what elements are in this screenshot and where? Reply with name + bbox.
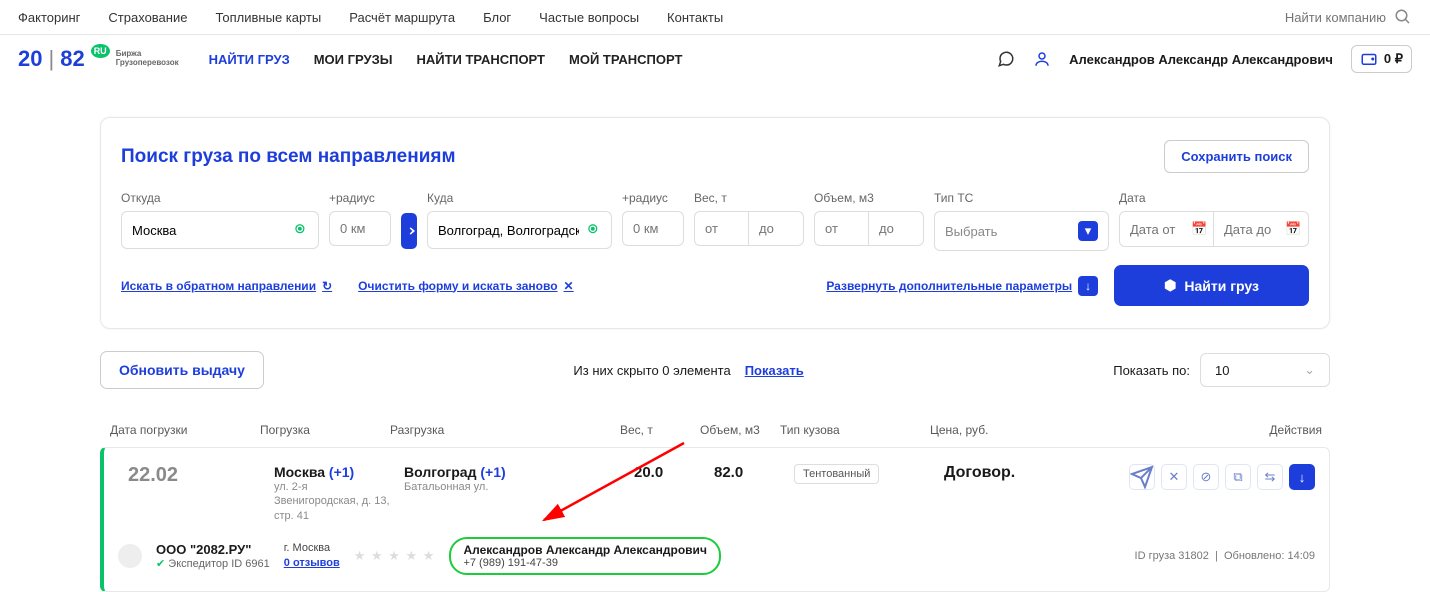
topnav-item[interactable]: Блог — [483, 10, 511, 25]
mainnav-item[interactable]: НАЙТИ ГРУЗ — [209, 52, 290, 67]
weight-to-input[interactable] — [749, 211, 804, 246]
date-label: Дата — [1119, 191, 1309, 205]
pin-icon — [585, 221, 601, 239]
mainnav-item[interactable]: МОЙ ТРАНСПОРТ — [569, 52, 682, 67]
company-search-input[interactable] — [1266, 10, 1386, 25]
wallet-icon — [1360, 50, 1378, 68]
calendar-icon: 📅 — [1191, 221, 1207, 237]
save-search-button[interactable]: Сохранить поиск — [1164, 140, 1309, 173]
chat-icon[interactable] — [997, 50, 1015, 68]
refresh-icon: ↻ — [322, 279, 332, 293]
th-price: Цена, руб. — [920, 423, 1060, 437]
per-page-label: Показать по: — [1113, 363, 1190, 378]
swap-button[interactable] — [401, 213, 417, 249]
submit-button[interactable]: ⬢Найти груз — [1114, 265, 1309, 306]
topnav-item[interactable]: Частые вопросы — [539, 10, 639, 25]
topnav-item[interactable]: Расчёт маршрута — [349, 10, 455, 25]
wallet[interactable]: 0 ₽ — [1351, 45, 1412, 73]
volume-to-input[interactable] — [869, 211, 924, 246]
company-city: г. Москва — [284, 542, 340, 554]
load-address: ул. 2-я Звенигородская, д. 13, стр. 41 — [274, 480, 394, 523]
rating-stars: ★ ★ ★ ★ ★ — [354, 548, 436, 564]
radius-to-input[interactable] — [622, 211, 684, 246]
topnav-item[interactable]: Факторинг — [18, 10, 80, 25]
company-sub: Экспедитор ID 6961 — [168, 558, 269, 570]
pin-icon — [292, 221, 308, 239]
weight-label: Вес, т — [694, 191, 804, 205]
th-date: Дата погрузки — [100, 423, 250, 437]
topnav-item[interactable]: Топливные карты — [215, 10, 321, 25]
th-unload: Разгрузка — [380, 423, 610, 437]
chevron-down-icon: ⌄ — [1304, 362, 1315, 378]
clear-form-link[interactable]: Очистить форму и искать заново ✕ — [358, 279, 573, 293]
top-nav: Факторинг Страхование Топливные карты Расчё… — [18, 10, 723, 25]
logo[interactable]: 20|82 RU БиржаГрузоперевозок — [18, 46, 179, 72]
hidden-count: Из них скрыто 0 элемента — [573, 363, 730, 378]
load-city: Москва (+1) — [274, 464, 394, 480]
cargo-card: 22.02 Москва (+1) ул. 2-я Звенигородская… — [100, 447, 1330, 592]
company-avatar — [118, 544, 142, 568]
logo-badge: RU — [91, 44, 110, 58]
radius-from-input[interactable] — [329, 211, 391, 246]
from-input[interactable] — [121, 211, 319, 249]
company-name[interactable]: ООО "2082.РУ" — [156, 542, 251, 557]
clear-icon: ✕ — [564, 279, 574, 293]
weight-from-input[interactable] — [694, 211, 749, 246]
volume-label: Объем, м3 — [814, 191, 924, 205]
chevron-down-icon: ↓ — [1078, 276, 1098, 296]
company-search — [1266, 8, 1412, 26]
balance-value: 0 ₽ — [1384, 51, 1403, 67]
to-input[interactable] — [427, 211, 612, 249]
radius-from-label: +радиус — [329, 191, 391, 205]
search-icon[interactable] — [1394, 8, 1412, 26]
chevron-down-icon: ▾ — [1078, 221, 1098, 241]
th-load: Погрузка — [250, 423, 380, 437]
th-volume: Объем, м3 — [690, 423, 770, 437]
calendar-icon: 📅 — [1285, 221, 1301, 237]
cube-icon: ⬢ — [1164, 277, 1176, 294]
user-icon[interactable] — [1033, 50, 1051, 68]
topnav-item[interactable]: Контакты — [667, 10, 723, 25]
mainnav-item[interactable]: НАЙТИ ТРАНСПОРТ — [416, 52, 545, 67]
date-from-input[interactable]: 📅 — [1119, 211, 1214, 247]
from-label: Откуда — [121, 191, 319, 205]
verified-icon: ✔ — [156, 558, 165, 570]
main-nav: НАЙТИ ГРУЗ МОИ ГРУЗЫ НАЙТИ ТРАНСПОРТ МОЙ ТР… — [209, 52, 683, 67]
mainnav-item[interactable]: МОИ ГРУЗЫ — [314, 52, 393, 67]
radius-to-label: +радиус — [622, 191, 684, 205]
per-page-select[interactable]: 10⌄ — [1200, 353, 1330, 387]
date-to-input[interactable]: 📅 — [1214, 211, 1309, 247]
to-label: Куда — [427, 191, 612, 205]
refresh-results-button[interactable]: Обновить выдачу — [100, 351, 264, 389]
expand-params-link[interactable]: Развернуть дополнительные параметры ↓ — [826, 276, 1098, 296]
th-actions: Действия — [1060, 423, 1330, 437]
search-panel: Поиск груза по всем направлениям Сохрани… — [100, 117, 1330, 329]
th-body: Тип кузова — [770, 423, 920, 437]
show-hidden-link[interactable]: Показать — [745, 363, 804, 378]
card-date: 22.02 — [118, 464, 264, 487]
user-name[interactable]: Александров Александр Александрович — [1069, 52, 1333, 67]
type-select[interactable]: Выбрать▾ — [934, 211, 1109, 251]
th-weight: Вес, т — [610, 423, 690, 437]
annotation-arrow — [514, 438, 1430, 581]
reviews-link[interactable]: 0 отзывов — [284, 557, 340, 569]
panel-title: Поиск груза по всем направлениям — [121, 146, 456, 168]
type-label: Тип ТС — [934, 191, 1109, 205]
topnav-item[interactable]: Страхование — [108, 10, 187, 25]
volume-from-input[interactable] — [814, 211, 869, 246]
reverse-search-link[interactable]: Искать в обратном направлении ↻ — [121, 279, 332, 293]
